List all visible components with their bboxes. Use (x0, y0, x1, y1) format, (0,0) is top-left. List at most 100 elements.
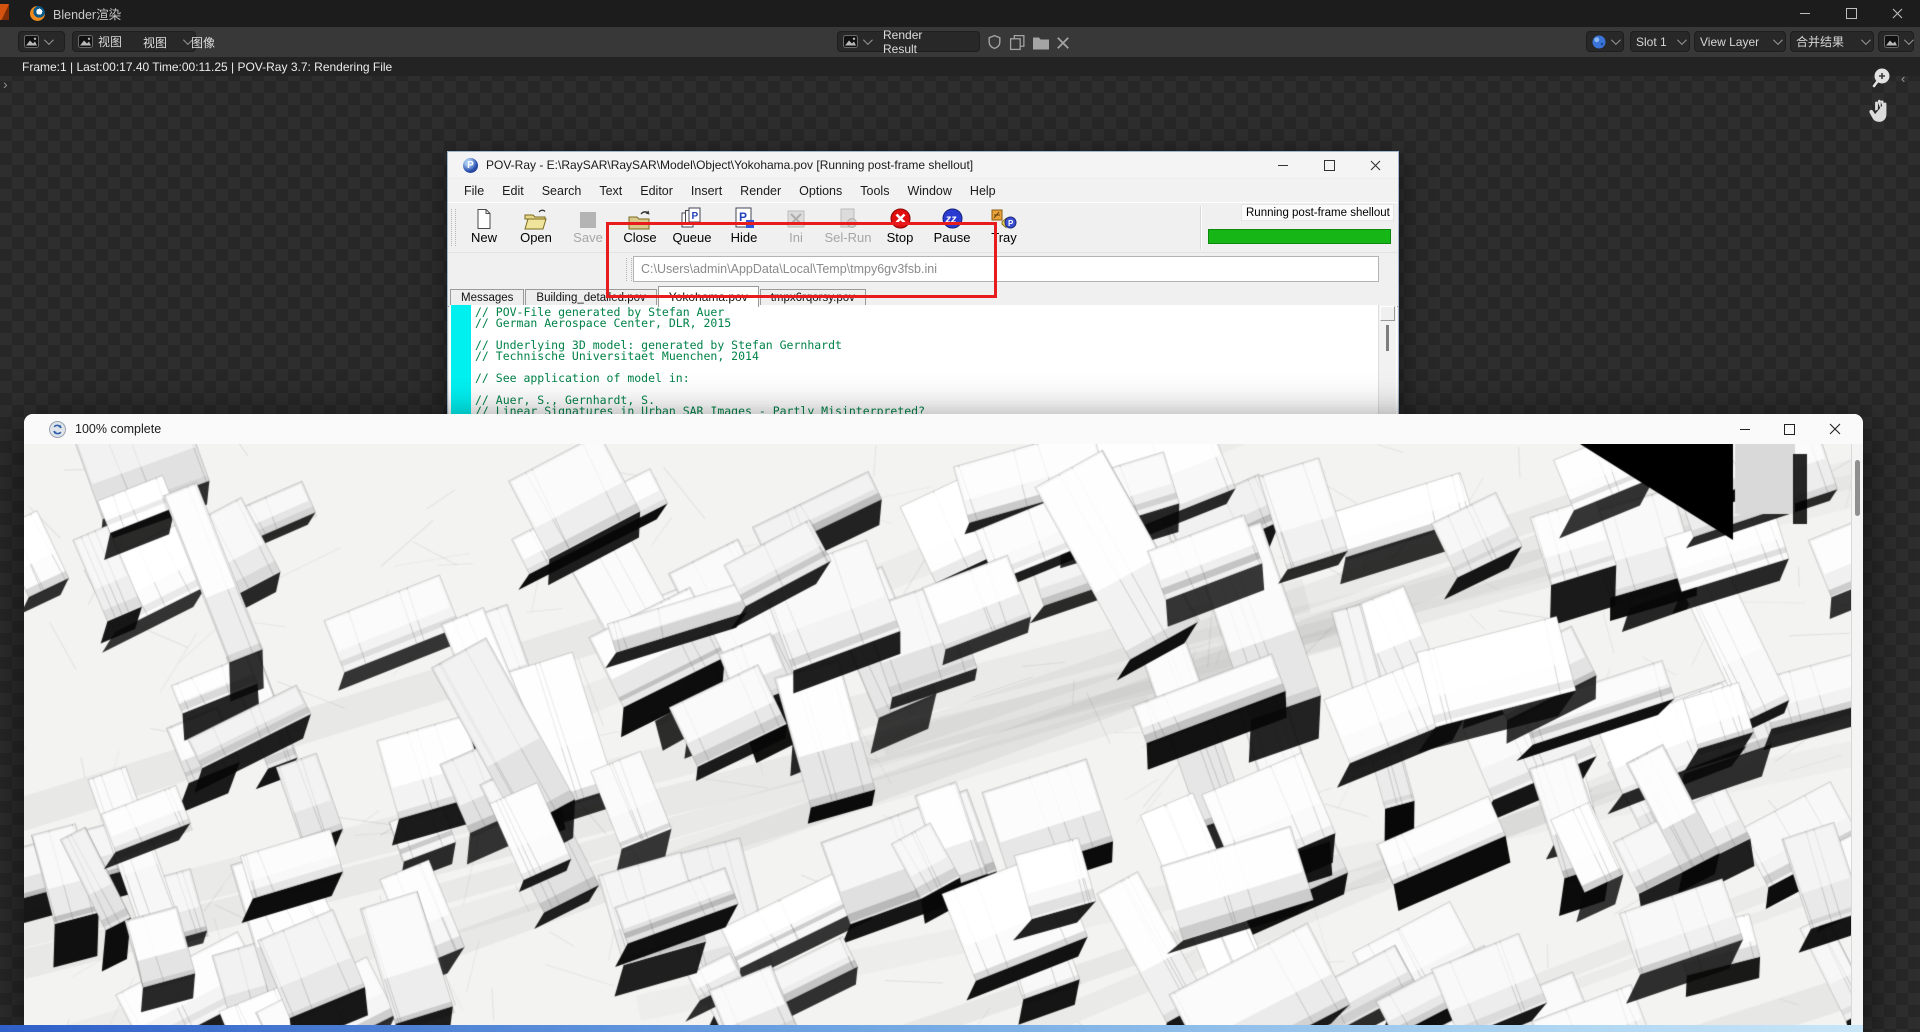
display-mode-value: 视图 (98, 33, 122, 50)
render-refresh-icon (49, 421, 66, 438)
maximize-button[interactable] (1828, 0, 1874, 27)
view-layer-dropdown[interactable]: View Layer (1694, 31, 1786, 52)
image-icon (78, 35, 93, 48)
maximize-icon (1846, 8, 1857, 19)
slot-value: Slot 1 (1636, 35, 1667, 49)
minimize-icon (1800, 13, 1810, 14)
render-minimize-button[interactable] (1722, 414, 1767, 444)
duplicate-image-icon[interactable] (1009, 34, 1026, 51)
povray-maximize-button[interactable] (1306, 152, 1352, 178)
save-icon (579, 204, 597, 230)
new-file-icon (474, 204, 494, 230)
chevron-down-icon (44, 35, 54, 45)
render-progress-panel: Running post-frame shellout (1203, 203, 1395, 251)
povray-menubar: File Edit Search Text Editor Insert Rend… (448, 179, 1398, 202)
render-window-title: 100% complete (75, 422, 161, 436)
blender-logo-icon (30, 6, 45, 21)
zoom-in-icon[interactable] (1869, 64, 1897, 97)
toolbar-gripper (451, 209, 456, 246)
povray-titlebar[interactable]: P POV-Ray - E:\RaySAR\RaySAR\Model\Objec… (448, 152, 1398, 179)
scrollbar-thumb[interactable] (1386, 325, 1389, 351)
chevron-down-icon (1861, 35, 1871, 45)
pan-hand-icon[interactable] (1866, 96, 1896, 133)
background-app-fragment (0, 4, 9, 20)
image-icon (843, 35, 858, 48)
render-status-text: Frame:1 | Last:00:17.40 Time:00:11.25 | … (22, 60, 392, 74)
shellout-status: Running post-frame shellout (1241, 204, 1394, 221)
menu-edit[interactable]: Edit (494, 182, 532, 200)
desktop: › ‹ Blender渲染 视图 (0, 0, 1920, 1032)
open-folder-icon (523, 204, 549, 230)
menu-view[interactable]: 视图 (134, 27, 176, 57)
close-icon (1829, 423, 1841, 435)
povray-app-icon: P (463, 158, 478, 173)
blender-window-title: Blender渲染 (53, 4, 121, 23)
render-sphere-icon (1592, 35, 1606, 49)
city-render-canvas (24, 444, 1863, 1032)
shield-icon[interactable] (986, 34, 1003, 51)
menu-render[interactable]: Render (732, 182, 789, 200)
menu-image[interactable]: 图像 (182, 27, 224, 57)
chevron-down-icon (1773, 35, 1783, 45)
menu-window[interactable]: Window (899, 182, 959, 200)
minimize-button[interactable] (1782, 0, 1828, 27)
code-line: // Technische Universitaet Muenchen, 201… (475, 351, 1377, 362)
code-text: // POV-File generated by Stefan Auer // … (475, 307, 1377, 417)
chevron-down-icon (1904, 35, 1914, 45)
close-button[interactable] (1874, 0, 1920, 27)
svg-text:P: P (692, 211, 699, 222)
menu-insert[interactable]: Insert (683, 182, 730, 200)
code-line: // See application of model in: (475, 373, 1377, 384)
menu-editor[interactable]: Editor (632, 182, 681, 200)
render-pass-value: 合并结果 (1796, 33, 1844, 50)
maximize-icon (1324, 160, 1335, 171)
collapse-chevron-icon[interactable]: ‹ (1901, 71, 1905, 86)
image-browse-selector[interactable] (1586, 31, 1624, 52)
close-icon (1892, 8, 1903, 19)
povray-window-title: POV-Ray - E:\RaySAR\RaySAR\Model\Object\… (486, 158, 973, 172)
image-pin-selector[interactable] (1878, 31, 1914, 52)
close-icon (1370, 160, 1381, 171)
blender-header: 视图 视图 图像 Render Result Slot 1 (0, 27, 1920, 58)
menu-options[interactable]: Options (791, 182, 850, 200)
slot-dropdown[interactable]: Slot 1 (1630, 31, 1690, 52)
svg-text:P: P (1008, 219, 1014, 228)
render-close-button[interactable] (1812, 414, 1857, 444)
povray-close-button[interactable] (1352, 152, 1398, 178)
code-line: // German Aerospace Center, DLR, 2015 (475, 318, 1377, 329)
image-name-value: Render Result (875, 28, 971, 56)
menu-text[interactable]: Text (591, 182, 630, 200)
render-scrollbar[interactable] (1851, 444, 1863, 1032)
render-window-titlebar[interactable]: 100% complete (24, 414, 1863, 445)
blender-titlebar: Blender渲染 (0, 0, 1920, 27)
editor-type-selector[interactable] (18, 31, 65, 52)
chevron-down-icon (863, 35, 873, 45)
render-scrollbar-thumb[interactable] (1855, 460, 1860, 516)
toolbar-open-button[interactable]: Open (510, 204, 562, 250)
maximize-icon (1784, 424, 1795, 435)
rendered-city-image (24, 444, 1863, 1032)
render-maximize-button[interactable] (1767, 414, 1812, 444)
image-editor-icon (24, 35, 39, 48)
render-status-bar: Frame:1 | Last:00:17.40 Time:00:11.25 | … (0, 57, 1920, 76)
render-result-selector[interactable]: Render Result (837, 31, 980, 52)
povray-minimize-button[interactable] (1260, 152, 1306, 178)
menu-search[interactable]: Search (534, 182, 590, 200)
menu-help[interactable]: Help (962, 182, 1004, 200)
menu-tools[interactable]: Tools (852, 182, 897, 200)
minimize-icon (1740, 429, 1750, 430)
annotation-highlight-rectangle (606, 222, 997, 298)
close-image-icon[interactable] (1056, 36, 1070, 50)
toolbar-separator (1200, 206, 1202, 249)
render-pass-dropdown[interactable]: 合并结果 (1790, 31, 1874, 52)
minimize-icon (1278, 165, 1288, 166)
toolbar-new-button[interactable]: New (458, 204, 510, 250)
tab-messages[interactable]: Messages (450, 289, 524, 306)
image-icon (1884, 35, 1899, 48)
chevron-down-icon (1677, 35, 1687, 45)
scroll-up-button[interactable] (1380, 306, 1395, 321)
folder-icon[interactable] (1032, 35, 1050, 51)
chevron-down-icon (1611, 35, 1621, 45)
menu-file[interactable]: File (456, 182, 492, 200)
expand-chevron-icon[interactable]: › (3, 76, 8, 92)
